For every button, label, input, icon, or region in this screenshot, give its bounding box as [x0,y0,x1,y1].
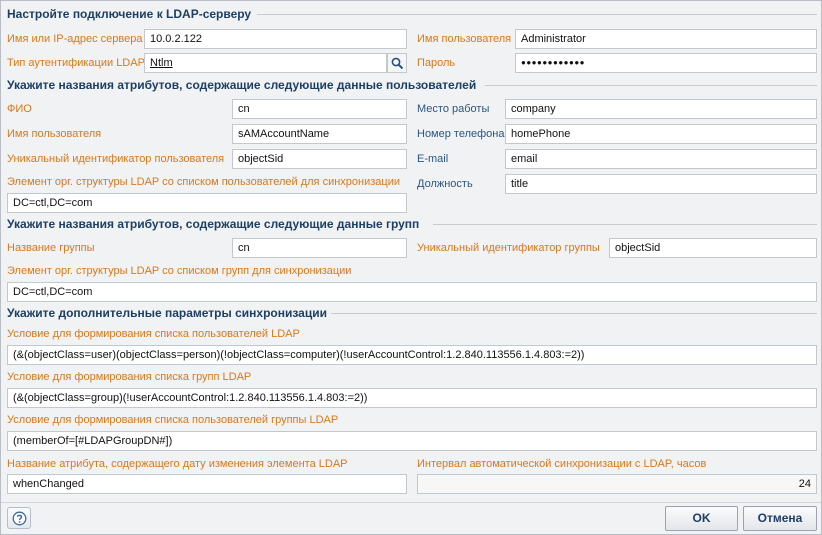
ldap-settings-dialog: Настройте подключение к LDAP-серверу Имя… [0,0,822,535]
phone-input[interactable]: homePhone [505,124,817,144]
magnifier-icon [391,57,404,70]
fio-label: ФИО [7,103,32,115]
section-title-connection: Настройте подключение к LDAP-серверу [7,7,252,21]
server-label: Имя или IP-адрес сервера [7,33,143,45]
auth-type-lookup-button[interactable] [387,53,407,73]
auth-type-input[interactable]: Ntlm [144,53,387,73]
email-input[interactable]: email [505,149,817,169]
users-cond-label: Условие для формирования списка пользова… [7,328,300,340]
group-users-cond-label: Условие для формирования списка пользова… [7,414,339,426]
date-attr-label: Название атрибута, содержащего дату изме… [7,458,348,470]
position-label: Должность [417,178,473,190]
fio-input[interactable]: cn [232,99,407,119]
user-org-label: Элемент орг. структуры LDAP со списком п… [7,176,400,188]
groups-cond-input[interactable]: (&(objectClass=group)(!userAccountContro… [7,388,817,408]
interval-label: Интервал автоматической синхронизации с … [417,458,707,470]
position-input[interactable]: title [505,174,817,194]
username-label: Имя пользователя [417,33,512,45]
group-name-input[interactable]: cn [232,238,407,258]
cancel-button[interactable]: Отмена [743,506,817,531]
users-cond-input[interactable]: (&(objectClass=user)(objectClass=person)… [7,345,817,365]
date-attr-input[interactable]: whenChanged [7,474,407,494]
group-org-label: Элемент орг. структуры LDAP со списком г… [7,265,352,277]
server-input[interactable]: 10.0.2.122 [144,29,407,49]
interval-input[interactable]: 24 [417,474,817,494]
section-divider [257,14,817,15]
section-divider [331,313,817,314]
user-uid-label: Уникальный идентификатор пользователя [7,153,225,165]
user-username-input[interactable]: sAMAccountName [232,124,407,144]
section-divider [485,85,817,86]
group-org-input[interactable]: DC=ctl,DC=com [7,282,817,302]
group-users-cond-input[interactable]: (memberOf=[#LDAPGroupDN#]) [7,431,817,451]
help-icon [12,511,27,526]
user-username-label: Имя пользователя [7,128,102,140]
section-title-extra-params: Укажите дополнительные параметры синхрон… [7,306,327,320]
section-title-user-attributes: Укажите названия атрибутов, содержащие с… [7,78,477,92]
email-label: E-mail [417,153,449,165]
groups-cond-label: Условие для формирования списка групп LD… [7,371,252,383]
section-divider [433,224,817,225]
work-label: Место работы [417,103,490,115]
auth-type-label: Тип аутентификации LDAP [7,57,145,69]
help-button[interactable] [7,507,31,529]
group-name-label: Название группы [7,242,95,254]
username-input[interactable]: Administrator [515,29,817,49]
user-uid-input[interactable]: objectSid [232,149,407,169]
password-label: Пароль [417,57,456,69]
section-title-group-attributes: Укажите названия атрибутов, содержащие с… [7,217,420,231]
phone-label: Номер телефона [417,128,505,140]
group-uid-label: Уникальный идентификатор группы [417,242,600,254]
footer-divider [1,502,821,503]
group-uid-input[interactable]: objectSid [609,238,817,258]
password-input[interactable]: ●●●●●●●●●●●● [515,53,817,73]
user-org-input[interactable]: DC=ctl,DC=com [7,193,407,213]
work-input[interactable]: company [505,99,817,119]
ok-button[interactable]: OK [665,506,738,531]
